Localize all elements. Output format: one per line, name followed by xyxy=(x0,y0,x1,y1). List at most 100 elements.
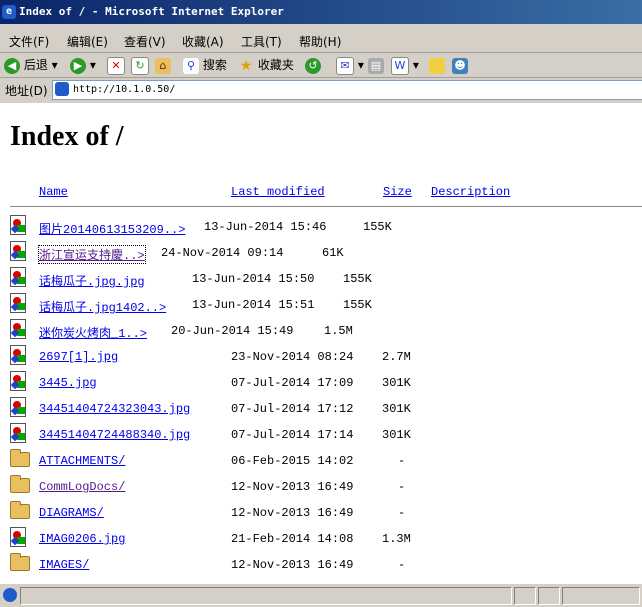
file-size: - xyxy=(398,480,406,494)
file-link[interactable]: 34451404724323043.jpg xyxy=(39,402,190,416)
back-arrow-icon: ◀ xyxy=(4,57,20,74)
search-button[interactable]: ⚲ 搜索 xyxy=(183,56,227,74)
folder-icon[interactable] xyxy=(10,449,30,471)
messenger-icon: ☻ xyxy=(452,57,468,74)
modified-date: 24-Nov-2014 09:14 xyxy=(161,246,284,260)
table-row: 话梅瓜子.jpg1402..> 13-Jun-2014 15:51 155K xyxy=(10,293,642,315)
sort-modified-link[interactable]: Last modified xyxy=(231,185,325,199)
address-label: 地址(D) xyxy=(5,84,48,98)
modified-date: 06-Feb-2015 14:02 xyxy=(231,454,354,468)
sort-name-link[interactable]: Name xyxy=(39,185,68,199)
standard-toolbar: ◀ 后退 ▾ ▶ ▾ ✕ ↻ ⌂ ⚲ 搜索 ★ 收藏夹 ↺ ✉ ▾ ▤ W ▾ … xyxy=(0,53,642,78)
menu-help[interactable]: 帮助(H) xyxy=(299,33,341,50)
modified-date: 07-Jul-2014 17:14 xyxy=(231,428,354,442)
column-modified-header[interactable]: Last modified xyxy=(231,185,325,199)
file-link[interactable]: IMAG0206.jpg xyxy=(39,532,125,546)
address-input[interactable]: http://10.1.0.50/ xyxy=(52,80,642,100)
forward-button[interactable]: ▶ ▾ xyxy=(70,56,96,74)
file-size: 301K xyxy=(382,428,411,442)
mail-button[interactable]: ✉ ▾ xyxy=(336,56,364,75)
status-zone-panel xyxy=(562,587,640,605)
image-file-icon[interactable] xyxy=(10,319,30,341)
menu-tools[interactable]: 工具(T) xyxy=(241,33,282,50)
file-link[interactable]: IMAGES/ xyxy=(39,558,89,572)
menu-view[interactable]: 查看(V) xyxy=(124,33,166,50)
word-icon: W xyxy=(391,56,409,75)
favorites-button[interactable]: ★ 收藏夹 xyxy=(238,56,294,74)
table-row: 2697[1].jpg 23-Nov-2014 08:24 2.7M xyxy=(10,345,642,367)
file-size: 301K xyxy=(382,402,411,416)
table-row: 34451404724488340.jpg 07-Jul-2014 17:14 30… xyxy=(10,423,642,445)
modified-date: 12-Nov-2013 16:49 xyxy=(231,558,354,572)
table-row: 话梅瓜子.jpg.jpg 13-Jun-2014 15:50 155K xyxy=(10,267,642,289)
history-button[interactable]: ↺ xyxy=(305,56,321,74)
status-bar xyxy=(0,583,642,607)
image-file-icon[interactable] xyxy=(10,267,30,289)
image-file-icon[interactable] xyxy=(10,215,30,237)
menu-bar: 文件(F) 编辑(E) 查看(V) 收藏(A) 工具(T) 帮助(H) xyxy=(0,30,642,53)
edit-button[interactable]: W ▾ xyxy=(391,56,419,75)
modified-date: 12-Nov-2013 16:49 xyxy=(231,480,354,494)
file-link[interactable]: 话梅瓜子.jpg.jpg xyxy=(39,272,145,289)
search-icon: ⚲ xyxy=(183,57,199,74)
image-file-icon[interactable] xyxy=(10,241,30,263)
image-file-icon[interactable] xyxy=(10,293,30,315)
file-link[interactable]: CommLogDocs/ xyxy=(39,480,125,494)
file-link[interactable]: ATTACHMENTS/ xyxy=(39,454,125,468)
sort-description-link[interactable]: Description xyxy=(431,185,510,199)
address-bar: 地址(D) http://10.1.0.50/ xyxy=(0,78,642,102)
page-heading: Index of / xyxy=(10,121,124,152)
file-size: - xyxy=(398,454,406,468)
image-file-icon[interactable] xyxy=(10,423,30,445)
table-row: IMAGES/12-Nov-2013 16:49 - xyxy=(10,553,642,575)
image-file-icon[interactable] xyxy=(10,397,30,419)
file-link[interactable]: 浙江宣运支持慶..> xyxy=(38,245,146,264)
back-button[interactable]: ◀ 后退 ▾ xyxy=(4,56,58,74)
column-description-header[interactable]: Description xyxy=(431,185,510,199)
file-size: 155K xyxy=(343,272,372,286)
menu-file[interactable]: 文件(F) xyxy=(9,33,49,50)
refresh-button[interactable]: ↻ xyxy=(131,56,149,75)
stop-button[interactable]: ✕ xyxy=(107,56,125,75)
discuss-button[interactable] xyxy=(429,56,445,74)
column-size-header[interactable]: Size xyxy=(383,185,412,199)
note-icon xyxy=(429,57,445,74)
file-size: 155K xyxy=(363,220,392,234)
address-url: http://10.1.0.50/ xyxy=(73,84,176,95)
menu-edit[interactable]: 编辑(E) xyxy=(67,33,108,50)
file-size: 155K xyxy=(343,298,372,312)
image-file-icon[interactable] xyxy=(10,371,30,393)
header-divider xyxy=(10,206,642,207)
messenger-button[interactable]: ☻ xyxy=(452,56,468,74)
file-link[interactable]: 图片20140613153209..> xyxy=(39,220,185,237)
modified-date: 07-Jul-2014 17:12 xyxy=(231,402,354,416)
window-titlebar: e Index of / - Microsoft Internet Explore… xyxy=(0,0,642,24)
stop-icon: ✕ xyxy=(107,56,125,75)
refresh-icon: ↻ xyxy=(131,56,149,75)
print-button[interactable]: ▤ xyxy=(368,56,384,74)
page-content: Index of / Name Last modified Size Descr… xyxy=(0,103,642,583)
file-link[interactable]: 34451404724488340.jpg xyxy=(39,428,190,442)
table-row: 3445.jpg 07-Jul-2014 17:09 301K xyxy=(10,371,642,393)
menu-favorites[interactable]: 收藏(A) xyxy=(182,33,224,50)
folder-icon[interactable] xyxy=(10,501,30,523)
file-link[interactable]: DIAGRAMS/ xyxy=(39,506,104,520)
modified-date: 13-Jun-2014 15:50 xyxy=(192,272,315,286)
sort-size-link[interactable]: Size xyxy=(383,185,412,199)
file-size: 1.5M xyxy=(324,324,353,338)
folder-icon[interactable] xyxy=(10,553,30,575)
table-row: CommLogDocs/12-Nov-2013 16:49 - xyxy=(10,475,642,497)
status-panel xyxy=(514,587,536,605)
image-file-icon[interactable] xyxy=(10,345,30,367)
home-button[interactable]: ⌂ xyxy=(155,56,171,74)
column-name-header[interactable]: Name xyxy=(39,185,68,199)
modified-date: 13-Jun-2014 15:51 xyxy=(192,298,315,312)
image-file-icon[interactable] xyxy=(10,527,30,549)
folder-icon[interactable] xyxy=(10,475,30,497)
file-link[interactable]: 迷你炭火烤肉_1..> xyxy=(39,324,147,341)
file-link[interactable]: 3445.jpg xyxy=(39,376,97,390)
file-link[interactable]: 话梅瓜子.jpg1402..> xyxy=(39,298,166,315)
status-panel xyxy=(538,587,560,605)
file-size: 1.3M xyxy=(382,532,411,546)
file-link[interactable]: 2697[1].jpg xyxy=(39,350,118,364)
